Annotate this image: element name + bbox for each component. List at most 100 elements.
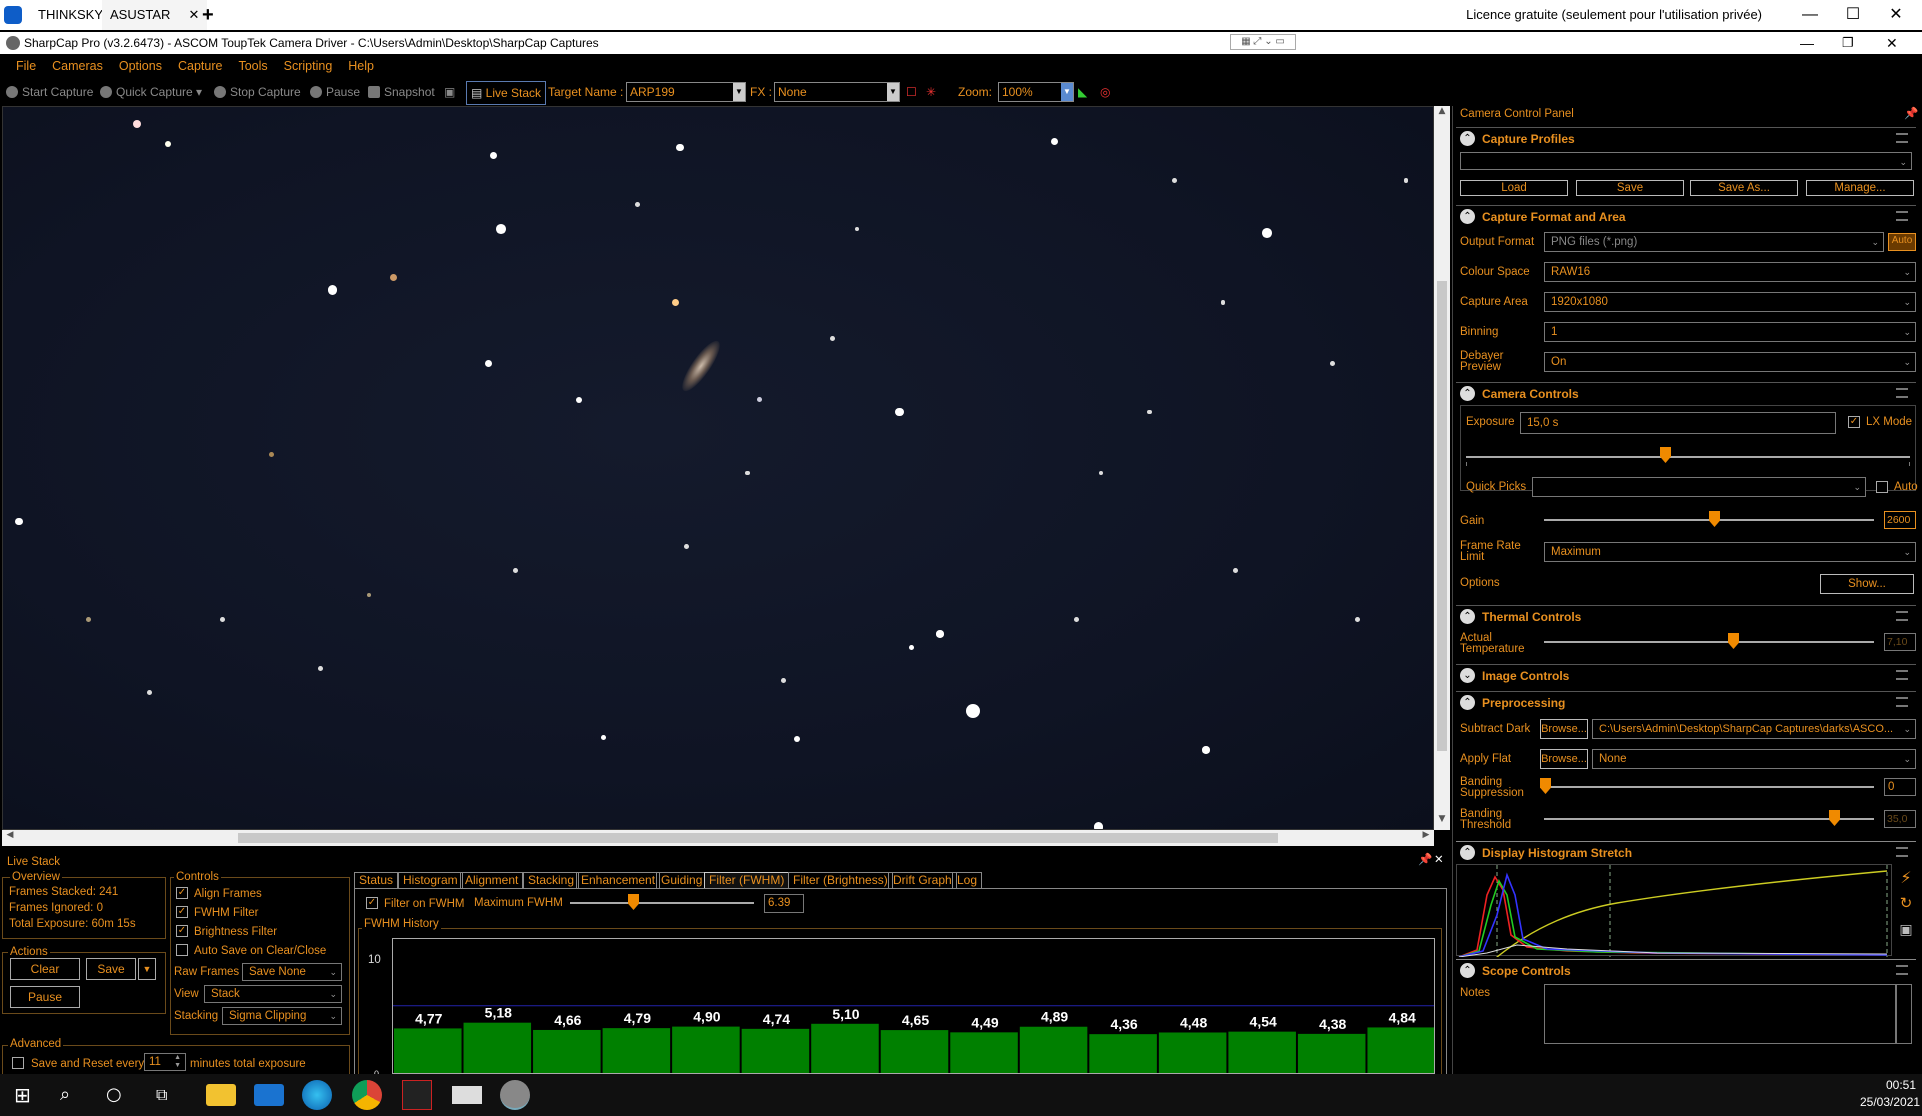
profile-select[interactable]: ⌄ [1460,152,1912,170]
tab-stacking[interactable]: Stacking [523,872,580,888]
maximize-icon[interactable]: ☐ [1833,0,1873,30]
menu-icon[interactable] [1896,388,1908,398]
menu-icon[interactable] [1896,697,1908,707]
lx-mode-checkbox[interactable]: ✓ [1848,416,1860,428]
reset-icon[interactable]: ↻ [1896,894,1916,914]
tab-guiding[interactable]: Guiding [656,872,708,888]
crosshair-icon[interactable]: ✳ [926,79,936,105]
target-icon[interactable]: ◎ [1100,79,1110,105]
filter-on-fwhm-checkbox[interactable]: ✓ [366,897,378,909]
scroll-thumb[interactable] [1437,281,1447,751]
chrome-icon[interactable] [352,1080,382,1110]
histogram-stretch-header[interactable]: ⌃ Display Histogram Stretch [1456,841,1916,863]
tab-drift-graph[interactable]: Drift Graph [888,872,957,888]
cortana-icon[interactable]: ○ [106,1080,136,1110]
search-icon[interactable]: ⌕ [60,1080,90,1110]
teamviewer-icon[interactable] [4,6,22,24]
subtract-dark-select[interactable]: C:\Users\Admin\Desktop\SharpCap Captures… [1592,719,1916,739]
minimize-icon[interactable]: — [1800,32,1814,54]
menu-icon[interactable] [1896,965,1908,975]
tab-log[interactable]: Log [952,872,983,888]
gain-input[interactable]: 2600 [1884,511,1916,529]
live-stack-button[interactable]: ▤ Live Stack [466,81,547,105]
align-frames-checkbox[interactable]: ✓ [176,887,188,899]
mail-icon[interactable] [254,1084,284,1106]
max-fwhm-input[interactable]: 6.39 [764,894,804,913]
fwhm-filter-checkbox[interactable]: ✓ [176,906,188,918]
add-tab-icon[interactable]: + [194,0,222,30]
restore-icon[interactable]: ❐ [1842,32,1854,54]
file-icon[interactable] [452,1086,482,1104]
clear-button[interactable]: Clear [10,958,80,980]
exposure-slider[interactable] [1466,456,1910,458]
stop-capture-button[interactable]: Stop Capture [214,79,301,105]
binning-select[interactable]: 1 ⌄ [1544,322,1916,342]
show-options-button[interactable]: Show... [1820,574,1914,594]
menu-icon[interactable] [1896,847,1908,857]
pin-icon[interactable]: 📌 [1418,854,1432,866]
frame-rate-select[interactable]: Maximum ⌄ [1544,542,1916,562]
sharpcap-icon[interactable] [500,1080,530,1110]
stacking-select[interactable]: Sigma Clipping ⌄ [222,1007,342,1025]
fx-select[interactable]: None ▼ [774,82,900,102]
quick-capture-button[interactable]: Quick Capture ▾ [100,79,202,105]
save-button[interactable]: Save [86,958,136,980]
tab-asustar[interactable]: ASUSTAR ✕ [102,0,208,30]
vertical-scrollbar[interactable]: ▲ ▼ [1434,106,1450,830]
load-profile-button[interactable]: Load [1460,180,1568,196]
menu-icon[interactable] [1896,133,1908,143]
image-viewer[interactable] [2,106,1434,830]
exposure-input[interactable]: 15,0 s [1520,412,1836,434]
close-icon[interactable]: ✕ [1886,32,1898,54]
manage-profiles-button[interactable]: Manage... [1806,180,1914,196]
chevron-down-icon[interactable]: ▼ [138,958,156,980]
scroll-left-icon[interactable]: ◀ [2,830,18,846]
file-explorer-icon[interactable] [206,1084,236,1106]
save-reset-checkbox[interactable] [12,1057,24,1069]
windows-start-icon[interactable]: ⊞ [14,1080,44,1110]
max-fwhm-slider[interactable] [570,902,754,904]
tab-filter-brightness[interactable]: Filter (Brightness) [788,872,893,888]
chevron-down-icon[interactable]: ▼ [733,83,745,101]
image-controls-header[interactable]: ⌄ Image Controls [1456,664,1916,686]
tab-status[interactable]: Status [354,872,399,888]
view-select[interactable]: Stack ⌄ [204,985,342,1003]
notes-textarea[interactable] [1544,984,1896,1044]
app-icon[interactable] [402,1080,432,1110]
minutes-stepper[interactable]: 11 ▲ ▼ [144,1053,186,1071]
histogram-icon[interactable]: ◣ [1078,79,1087,105]
auto-button[interactable]: Auto [1888,233,1916,251]
debayer-select[interactable]: On ⌄ [1544,352,1916,372]
capture-format-header[interactable]: ⌃ Capture Format and Area [1456,205,1916,227]
chevron-down-icon[interactable]: ▼ [887,83,899,101]
camera-controls-header[interactable]: ⌃ Camera Controls [1456,382,1916,404]
tab-thinksky[interactable]: THINKSKY [30,0,111,30]
clock[interactable]: 00:51 25/03/2021 [1860,1078,1920,1109]
target-name-input[interactable]: ARP199 ▼ [626,82,746,102]
quick-picks-auto-checkbox[interactable] [1876,481,1888,493]
banding-threshold-slider[interactable] [1544,818,1874,820]
close-icon[interactable]: ✕ [1876,0,1916,30]
thermal-controls-header[interactable]: ⌃ Thermal Controls [1456,605,1916,627]
scope-controls-header[interactable]: ⌃ Scope Controls [1456,959,1916,981]
scroll-up-icon[interactable]: ▲ [1434,106,1450,122]
apply-flat-select[interactable]: None ⌄ [1592,749,1916,769]
browse-dark-button[interactable]: Browse... [1540,719,1588,739]
red-square-icon[interactable]: ☐ [906,79,917,105]
task-view-icon[interactable]: ⧉ [156,1080,186,1110]
menu-scripting[interactable]: Scripting [276,54,341,79]
scroll-down-icon[interactable]: ▼ [1434,814,1450,830]
banding-threshold-input[interactable]: 35,0 [1884,810,1916,828]
tab-histogram[interactable]: Histogram [398,872,463,888]
edge-icon[interactable] [302,1080,332,1110]
tab-filter-fwhm[interactable]: Filter (FWHM) [704,872,790,888]
menu-icon[interactable] [1896,611,1908,621]
tab-alignment[interactable]: Alignment [460,872,524,888]
start-capture-button[interactable]: Start Capture [6,79,93,105]
scroll-right-icon[interactable]: ▶ [1418,830,1434,846]
histogram-stretch-graph[interactable] [1456,864,1892,958]
snapshot-button[interactable]: Snapshot [368,79,435,105]
notes-scrollbar[interactable] [1896,984,1912,1044]
menu-options[interactable]: Options [111,54,170,79]
remote-controls-icon[interactable]: ▦ ⤢ ⌄ ▭ [1230,34,1296,50]
